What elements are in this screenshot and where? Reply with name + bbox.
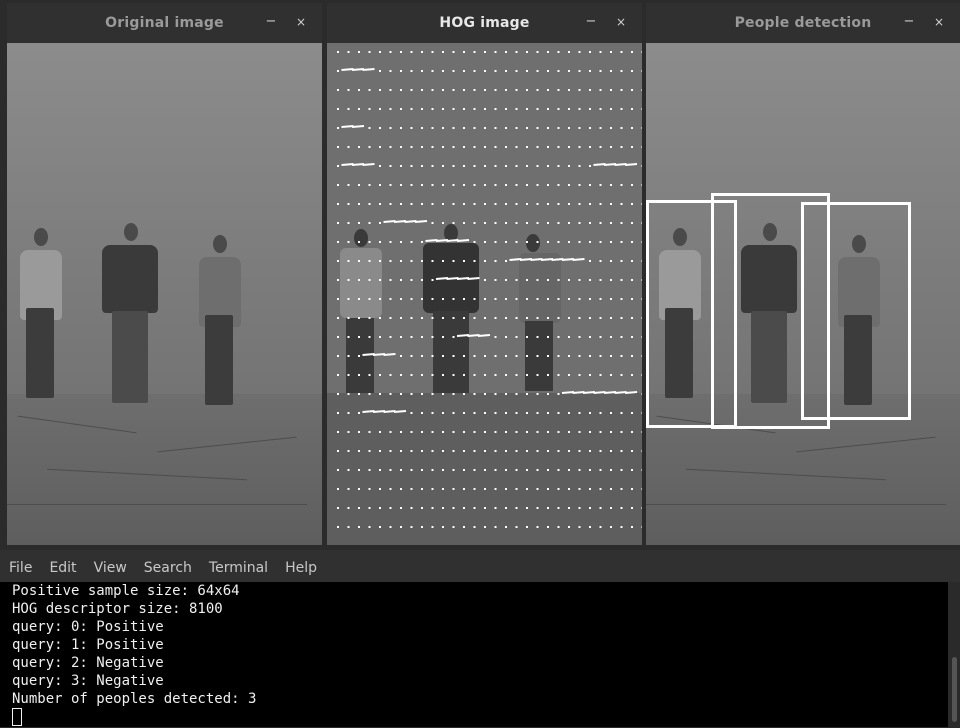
hog-visualization bbox=[327, 51, 642, 545]
original-image-titlebar[interactable]: Original image − × bbox=[7, 3, 322, 43]
terminal-line: Number of peoples detected: 3 bbox=[12, 691, 257, 707]
hog-image-window: HOG image − × bbox=[327, 3, 642, 545]
terminal-window: File Edit View Search Terminal Help Positive … bbox=[0, 550, 960, 727]
menu-search[interactable]: Search bbox=[135, 556, 200, 576]
close-icon[interactable]: × bbox=[292, 13, 310, 31]
terminal-scrollbar[interactable] bbox=[948, 582, 960, 727]
hog-image bbox=[327, 43, 642, 545]
text-cursor bbox=[12, 708, 22, 726]
terminal-prompt-line[interactable] bbox=[0, 708, 948, 728]
menu-view[interactable]: View bbox=[85, 556, 135, 576]
minimize-icon[interactable]: − bbox=[582, 13, 600, 31]
original-image bbox=[7, 43, 322, 545]
people-detection-window: People detection − × bbox=[646, 3, 960, 545]
terminal-line: Positive sample size: 64x64 bbox=[12, 583, 240, 599]
hog-image-titlebar[interactable]: HOG image − × bbox=[327, 3, 642, 43]
menu-terminal[interactable]: Terminal bbox=[200, 556, 276, 576]
people-detection-titlebar[interactable]: People detection − × bbox=[646, 3, 960, 43]
close-icon[interactable]: × bbox=[612, 13, 630, 31]
detection-image bbox=[646, 43, 960, 545]
terminal-line: query: 1: Positive bbox=[12, 637, 164, 653]
scrollbar-thumb[interactable] bbox=[952, 657, 957, 722]
terminal-line: query: 3: Negative bbox=[12, 673, 164, 689]
menu-edit[interactable]: Edit bbox=[40, 556, 84, 576]
menu-help[interactable]: Help bbox=[276, 556, 325, 576]
minimize-icon[interactable]: − bbox=[262, 13, 280, 31]
minimize-icon[interactable]: − bbox=[900, 13, 918, 31]
terminal-menubar: File Edit View Search Terminal Help bbox=[0, 556, 960, 582]
terminal-output[interactable]: Positive sample size: 64x64 HOG descript… bbox=[0, 582, 948, 727]
detection-box-3 bbox=[801, 202, 911, 420]
menu-file[interactable]: File bbox=[0, 556, 40, 576]
terminal-line: HOG descriptor size: 8100 bbox=[12, 601, 223, 617]
original-image-window: Original image − × bbox=[7, 3, 322, 545]
close-icon[interactable]: × bbox=[930, 13, 948, 31]
terminal-line: query: 2: Negative bbox=[12, 655, 164, 671]
terminal-line: query: 0: Positive bbox=[12, 619, 164, 635]
